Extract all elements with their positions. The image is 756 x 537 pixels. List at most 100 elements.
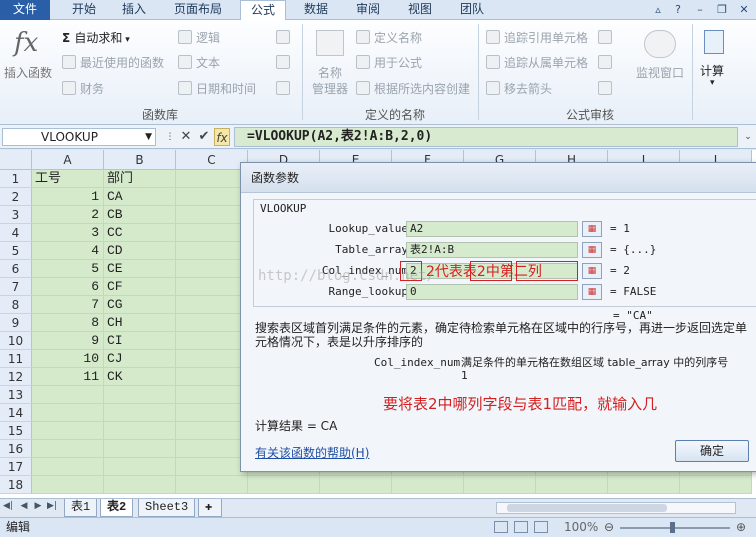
- cell[interactable]: CB: [104, 206, 176, 224]
- row-header[interactable]: 15: [0, 422, 32, 440]
- math-icon[interactable]: [276, 55, 290, 69]
- cell[interactable]: [176, 476, 248, 494]
- more-functions-icon[interactable]: [276, 81, 290, 95]
- collapse-dialog-icon[interactable]: ▦: [582, 242, 602, 258]
- cell[interactable]: [176, 404, 248, 422]
- define-name-button[interactable]: 定义名称: [374, 29, 422, 46]
- cell[interactable]: CJ: [104, 350, 176, 368]
- horizontal-scrollbar[interactable]: [496, 502, 736, 514]
- enter-icon[interactable]: ✔: [196, 128, 212, 146]
- trace-precedents-button[interactable]: 追踪引用单元格: [504, 29, 588, 46]
- cell[interactable]: 部门: [104, 170, 176, 188]
- cell[interactable]: 7: [32, 296, 104, 314]
- normal-view-icon[interactable]: [494, 521, 508, 533]
- remove-arrows-button[interactable]: 移去箭头: [504, 80, 552, 97]
- row-header[interactable]: 18: [0, 476, 32, 494]
- calculation-button[interactable]: 计算: [700, 62, 724, 79]
- cell[interactable]: [320, 476, 392, 494]
- row-header[interactable]: 2: [0, 188, 32, 206]
- cell[interactable]: 工号: [32, 170, 104, 188]
- calculator-icon[interactable]: [704, 30, 724, 54]
- tab-formulas[interactable]: 公式: [240, 0, 286, 21]
- cell[interactable]: [176, 170, 248, 188]
- page-break-view-icon[interactable]: [534, 521, 548, 533]
- row-header[interactable]: 7: [0, 278, 32, 296]
- row-header[interactable]: 16: [0, 440, 32, 458]
- collapse-dialog-icon[interactable]: ▦: [582, 221, 602, 237]
- param-input-lookup-value[interactable]: A2: [406, 221, 578, 237]
- row-header[interactable]: 6: [0, 260, 32, 278]
- autosum-button[interactable]: Σ 自动求和 ▾: [62, 29, 130, 46]
- datetime-button[interactable]: 日期和时间: [196, 80, 256, 97]
- cell[interactable]: [176, 332, 248, 350]
- cell[interactable]: [176, 242, 248, 260]
- zoom-slider-thumb[interactable]: [670, 522, 675, 533]
- row-header[interactable]: 14: [0, 404, 32, 422]
- cell[interactable]: [32, 476, 104, 494]
- cell[interactable]: [32, 422, 104, 440]
- cell[interactable]: CI: [104, 332, 176, 350]
- cell[interactable]: [176, 440, 248, 458]
- calculation-dropdown-icon[interactable]: ▾: [710, 78, 715, 88]
- formula-input[interactable]: =VLOOKUP(A2,表2!A:B,2,0): [234, 127, 738, 147]
- cell[interactable]: [32, 458, 104, 476]
- cell[interactable]: 1: [32, 188, 104, 206]
- cell[interactable]: [104, 458, 176, 476]
- insert-function-icon[interactable]: fx: [14, 28, 38, 58]
- cell[interactable]: [104, 386, 176, 404]
- tab-home[interactable]: 开始: [60, 0, 108, 20]
- cell[interactable]: [176, 206, 248, 224]
- minimize-ribbon-icon[interactable]: ▵: [650, 2, 666, 17]
- minimize-icon[interactable]: –: [692, 2, 708, 17]
- cell[interactable]: [176, 386, 248, 404]
- collapse-dialog-icon[interactable]: ▦: [582, 263, 602, 279]
- next-sheet-icon[interactable]: ▶: [32, 501, 44, 511]
- dialog-title[interactable]: 函数参数: [241, 163, 756, 193]
- param-input-range-lookup[interactable]: 0: [406, 284, 578, 300]
- cell[interactable]: 11: [32, 368, 104, 386]
- row-header[interactable]: 13: [0, 386, 32, 404]
- cell[interactable]: [176, 224, 248, 242]
- column-header[interactable]: A: [32, 150, 104, 170]
- tab-insert[interactable]: 插入: [112, 0, 156, 20]
- cell[interactable]: [248, 476, 320, 494]
- cell[interactable]: [608, 476, 680, 494]
- create-from-selection-button[interactable]: 根据所选内容创建: [374, 80, 470, 97]
- watch-window-button[interactable]: 监视窗口: [636, 64, 684, 81]
- error-check-icon[interactable]: [598, 55, 612, 69]
- last-sheet-icon[interactable]: ▶|: [46, 501, 58, 511]
- sheet-tab-2[interactable]: 表2: [100, 499, 134, 517]
- cell[interactable]: [392, 476, 464, 494]
- column-header[interactable]: C: [176, 150, 248, 170]
- cell[interactable]: [176, 278, 248, 296]
- tab-team[interactable]: 团队: [450, 0, 494, 20]
- cell[interactable]: 10: [32, 350, 104, 368]
- cell[interactable]: CH: [104, 314, 176, 332]
- show-formulas-icon[interactable]: [598, 30, 612, 44]
- cell[interactable]: 5: [32, 260, 104, 278]
- horizontal-scroll-thumb[interactable]: [507, 504, 667, 512]
- insert-function-fx-icon[interactable]: fx: [214, 128, 230, 146]
- cell[interactable]: [104, 404, 176, 422]
- insert-function-button[interactable]: 插入函数: [4, 64, 52, 81]
- zoom-slider[interactable]: [620, 527, 730, 529]
- zoom-level[interactable]: 100%: [564, 518, 598, 537]
- cell[interactable]: [176, 368, 248, 386]
- cell[interactable]: CF: [104, 278, 176, 296]
- row-header[interactable]: 12: [0, 368, 32, 386]
- row-header[interactable]: 9: [0, 314, 32, 332]
- logic-button[interactable]: 逻辑: [196, 29, 220, 46]
- use-in-formula-button[interactable]: 用于公式: [374, 54, 422, 71]
- cell[interactable]: [176, 314, 248, 332]
- cell[interactable]: 8: [32, 314, 104, 332]
- expand-formula-icon[interactable]: ⌄: [740, 128, 756, 146]
- cell[interactable]: [32, 404, 104, 422]
- help-link[interactable]: 有关该函数的帮助(H): [255, 444, 369, 461]
- row-header[interactable]: 10: [0, 332, 32, 350]
- name-manager-icon[interactable]: [316, 30, 344, 56]
- cell[interactable]: [464, 476, 536, 494]
- cell[interactable]: [176, 260, 248, 278]
- cell[interactable]: [176, 296, 248, 314]
- row-header[interactable]: 3: [0, 206, 32, 224]
- restore-icon[interactable]: ❐: [714, 2, 730, 17]
